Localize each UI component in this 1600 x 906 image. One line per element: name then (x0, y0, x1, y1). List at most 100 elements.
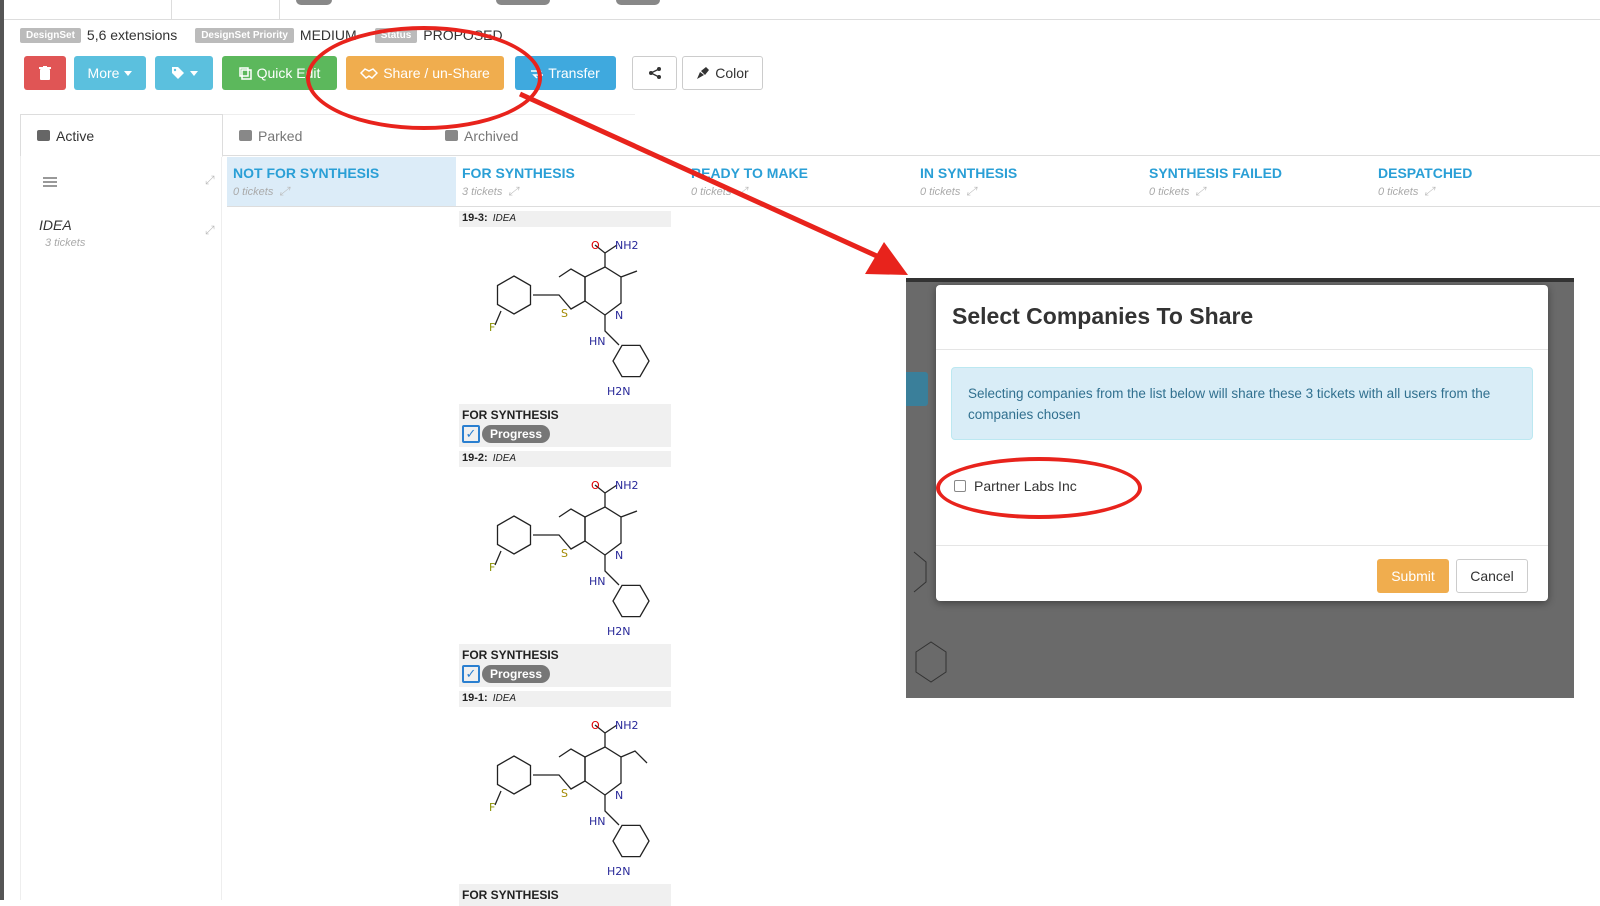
tag-button[interactable] (155, 56, 213, 90)
modal-footer: Submit Cancel (936, 545, 1548, 601)
h2n-label: H2N (607, 625, 631, 638)
more-button[interactable]: More (74, 56, 146, 90)
expand-icon[interactable]: ⤢ (508, 184, 518, 199)
expand-icon[interactable]: ⤢ (1424, 184, 1434, 199)
column-title: FOR SYNTHESIS (462, 165, 575, 181)
card-footer: FOR SYNTHESIS (459, 884, 671, 906)
priority-label: DesignSet Priority (195, 27, 294, 43)
copy-icon (238, 66, 252, 80)
trash-icon (39, 66, 51, 80)
nitrogen-label: N (615, 549, 623, 562)
designset-meta: DesignSet 5,6 extensions DesignSet Prior… (20, 27, 515, 43)
column-header-not-for-synthesis[interactable]: NOT FOR SYNTHESIS 0 tickets ⤢ (227, 157, 456, 207)
transfer-label: Transfer (548, 65, 600, 81)
expand-icon[interactable]: ⤢ (205, 173, 215, 188)
amine-label: NH2 (615, 479, 639, 492)
hn-label: HN (589, 575, 606, 588)
card-status: FOR SYNTHESIS (462, 648, 559, 662)
parked-icon (239, 130, 252, 141)
tab-label: Parked (258, 127, 303, 144)
quick-edit-button[interactable]: Quick Edit (222, 56, 337, 90)
nitrogen-label: N (615, 789, 623, 802)
hidden-button-fragment (906, 372, 928, 406)
menu-icon[interactable] (43, 177, 57, 187)
tab-parked[interactable]: Parked (223, 114, 429, 156)
amine-label: NH2 (615, 239, 639, 252)
expand-icon[interactable]: ⤢ (279, 184, 289, 199)
share-label: Share / un-Share (383, 65, 490, 81)
molecule-structure: O NH2 N S F HN H2N (489, 719, 650, 878)
ticket-card[interactable]: 19-1: IDEA O NH2 N S F HN H2N FOR SYNTHESIS (459, 691, 671, 906)
progress-badge[interactable]: Progress (482, 665, 551, 683)
h2n-label: H2N (607, 385, 631, 398)
top-tab-strip (4, 0, 1600, 20)
priority-value: MEDIUM (299, 27, 357, 43)
share-unshare-button[interactable]: Share / un-Share (346, 56, 504, 90)
hn-label: HN (589, 815, 606, 828)
info-alert: Selecting companies from the list below … (951, 367, 1533, 440)
column-title: IN SYNTHESIS (920, 165, 1018, 181)
cancel-button[interactable]: Cancel (1456, 559, 1528, 593)
row-title: IDEA (39, 217, 72, 233)
status-value: PROPOSED (423, 27, 503, 43)
status-tabs: Active Parked Archived (20, 114, 1600, 157)
column-title: NOT FOR SYNTHESIS (233, 165, 380, 181)
chevron-down-icon (124, 70, 133, 76)
expand-icon[interactable]: ⤢ (737, 184, 747, 199)
ticket-card[interactable]: 19-2: IDEA O NH2 N S F HN H2N FOR SYNTHESIS ✓ P… (459, 451, 671, 688)
color-button[interactable]: Color (682, 56, 763, 90)
sulfur-label: S (561, 787, 568, 800)
select-checkbox[interactable]: ✓ (462, 665, 480, 683)
designset-label: DesignSet (20, 27, 81, 43)
column-count: 0 tickets ⤢ (920, 184, 976, 199)
column-header-despatched[interactable]: DESPATCHED 0 tickets ⤢ (1372, 157, 1600, 207)
progress-badge[interactable]: Progress (482, 425, 551, 443)
share-nodes-icon (648, 67, 661, 79)
handshake-icon (360, 68, 379, 79)
company-checkbox[interactable] (954, 480, 966, 492)
designset-value: 5,6 extensions (86, 27, 178, 43)
card-footer: FOR SYNTHESIS ✓ Progress (459, 644, 671, 688)
expand-icon[interactable]: ⤢ (205, 223, 215, 238)
column-header-in-synthesis[interactable]: IN SYNTHESIS 0 tickets ⤢ (914, 157, 1143, 207)
top-tab[interactable] (172, 0, 280, 20)
molecule-structure: O NH2 N S F HN H2N (489, 479, 650, 638)
expand-icon[interactable]: ⤢ (966, 184, 976, 199)
fluorine-label: F (489, 801, 495, 814)
color-label: Color (715, 65, 749, 81)
more-label: More (87, 65, 120, 81)
column-count: 0 tickets ⤢ (1149, 184, 1205, 199)
card-header: 19-1: IDEA (459, 691, 671, 707)
status-label: Status (374, 27, 418, 43)
column-count: 0 tickets ⤢ (1378, 184, 1434, 199)
transfer-button[interactable]: Transfer (515, 56, 616, 90)
column-title: READY TO MAKE (691, 165, 808, 181)
delete-button[interactable] (24, 56, 66, 90)
column-count: 0 tickets ⤢ (233, 184, 289, 199)
inbox-icon (37, 130, 50, 141)
column-count: 0 tickets ⤢ (691, 184, 747, 199)
oxygen-label: O (591, 239, 600, 252)
top-tab[interactable] (4, 0, 172, 20)
tab-archived[interactable]: Archived (429, 114, 635, 156)
ticket-card[interactable]: 19-3: IDEA O NH2 N S F HN H2N FOR SYNTHESIS ✓ P… (459, 211, 671, 448)
row-header-column: ⤢ IDEA 3 tickets ⤢ (20, 157, 222, 900)
top-pill (616, 0, 660, 5)
expand-icon[interactable]: ⤢ (1195, 184, 1205, 199)
column-title: DESPATCHED (1378, 165, 1473, 181)
select-checkbox[interactable]: ✓ (462, 425, 480, 443)
archive-icon (445, 130, 458, 141)
oxygen-label: O (591, 719, 600, 732)
fluorine-label: F (489, 561, 495, 574)
company-option[interactable]: Partner Labs Inc (954, 478, 1077, 494)
card-footer: FOR SYNTHESIS ✓ Progress (459, 404, 671, 448)
submit-button[interactable]: Submit (1377, 559, 1449, 593)
tab-active[interactable]: Active (20, 114, 223, 157)
hn-label: HN (589, 335, 606, 348)
column-header-synthesis-failed[interactable]: SYNTHESIS FAILED 0 tickets ⤢ (1143, 157, 1372, 207)
fluorine-label: F (489, 321, 495, 334)
column-header-for-synthesis[interactable]: FOR SYNTHESIS 3 tickets ⤢ (456, 157, 685, 207)
column-header-ready-to-make[interactable]: READY TO MAKE 0 tickets ⤢ (685, 157, 914, 207)
share-link-button[interactable] (632, 56, 677, 90)
row-count: 3 tickets (45, 237, 86, 249)
